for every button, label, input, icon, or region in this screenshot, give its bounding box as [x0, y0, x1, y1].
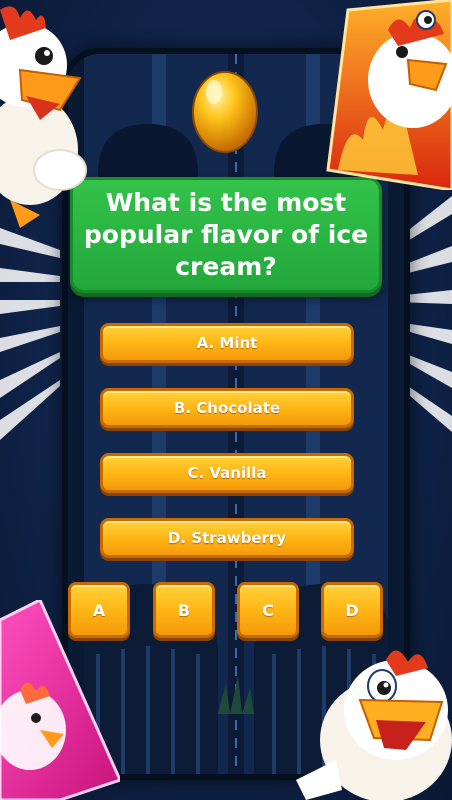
answer-d-button[interactable]: D. Strawberry — [100, 518, 354, 558]
letter-d-label: D — [345, 600, 359, 620]
answer-a-button[interactable]: A. Mint — [100, 323, 354, 363]
chicken-mascot-icon — [296, 650, 452, 800]
answer-b-button[interactable]: B. Chocolate — [100, 388, 354, 428]
answer-c-button[interactable]: C. Vanilla — [100, 453, 354, 493]
question-box: What is the most popular flavor of ice c… — [70, 177, 382, 293]
answer-c-label: C. Vanilla — [187, 464, 267, 482]
golden-egg-icon — [192, 71, 258, 153]
answer-b-label: B. Chocolate — [173, 399, 281, 417]
fire-chicken-card-icon — [326, 0, 452, 190]
letter-c-label: C — [262, 600, 274, 620]
answer-a-label: A. Mint — [196, 334, 258, 352]
chicken-mascot-icon — [0, 6, 87, 228]
pink-chicken-card-icon — [0, 600, 120, 800]
answer-d-label: D. Strawberry — [167, 529, 287, 547]
letter-b-label: B — [177, 600, 191, 620]
letter-c-button[interactable]: C — [237, 582, 299, 638]
question-text: What is the most popular flavor of ice c… — [83, 188, 369, 281]
letter-b-button[interactable]: B — [153, 582, 215, 638]
